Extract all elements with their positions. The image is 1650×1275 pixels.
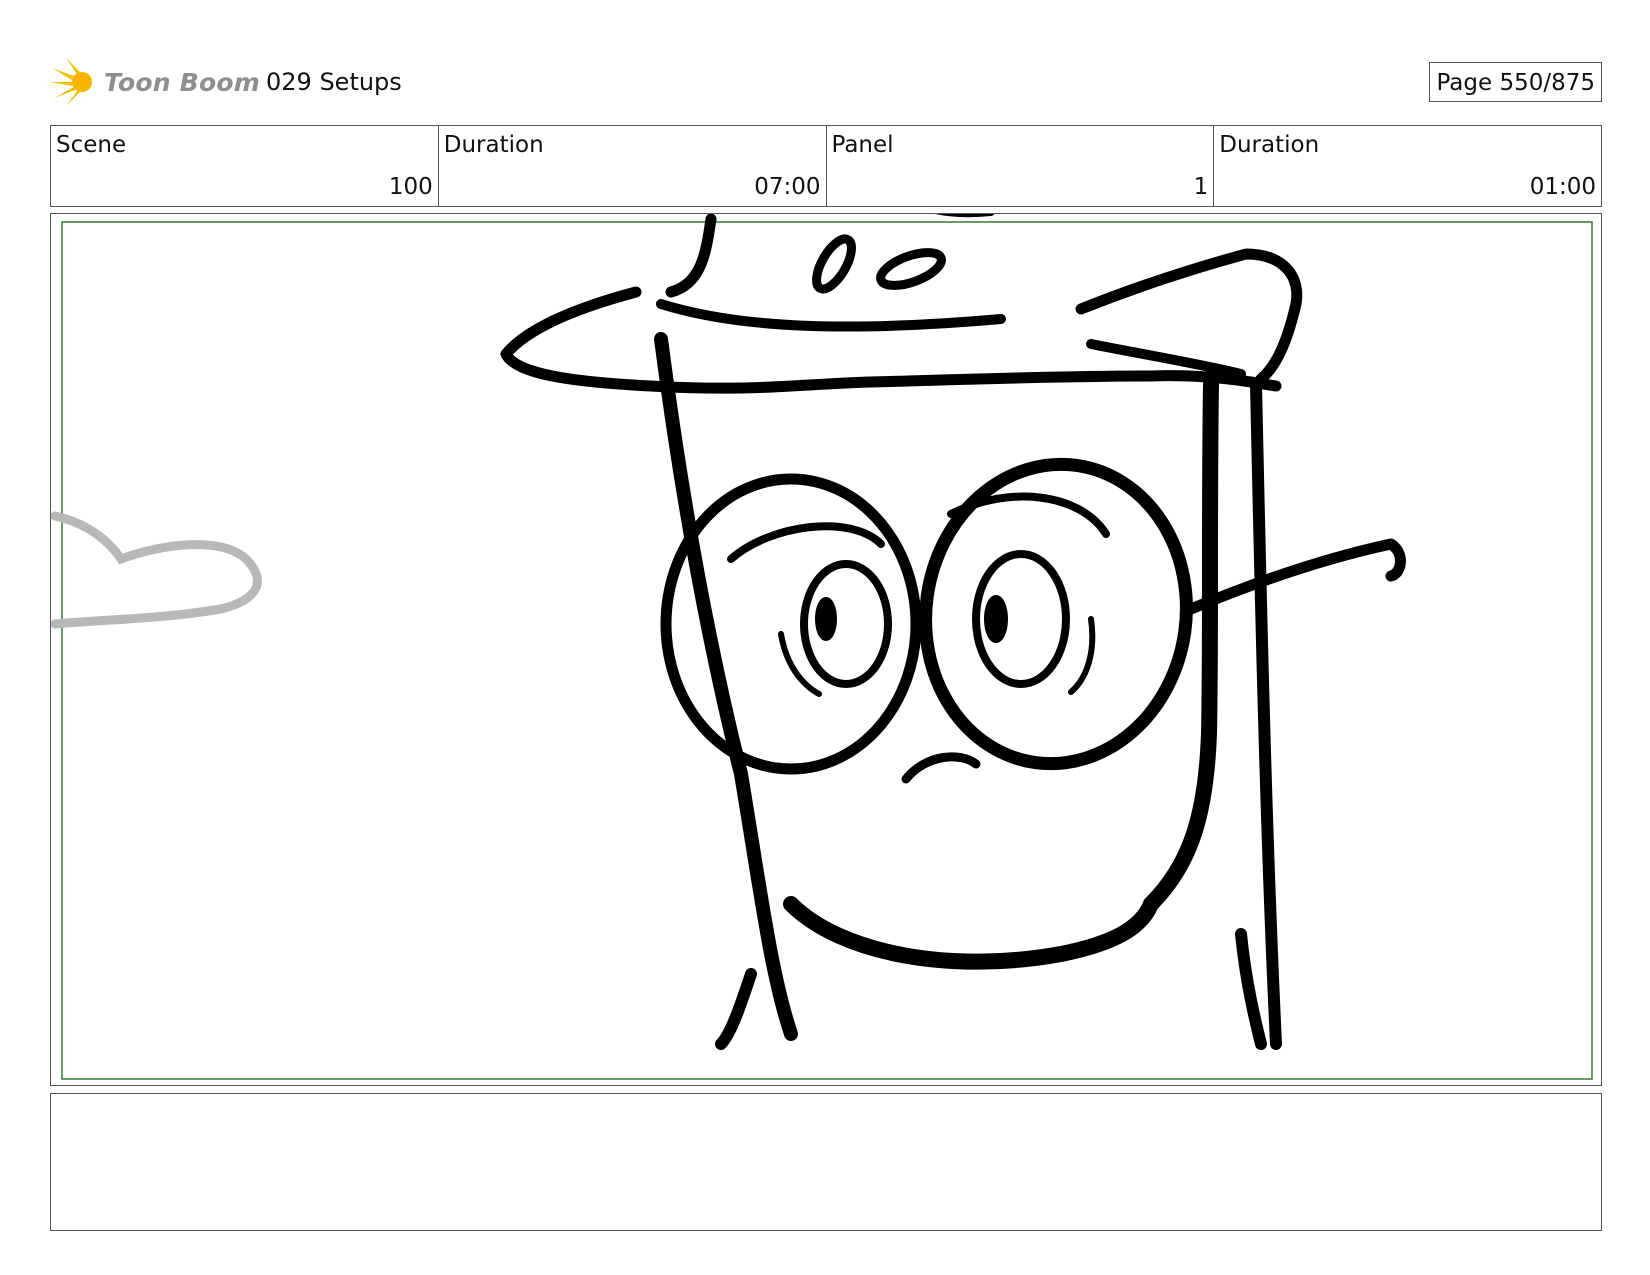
- logo-text: Toon Boom: [104, 67, 260, 97]
- scene-value: 100: [388, 174, 433, 200]
- panel-drawing: [51, 214, 1593, 1080]
- neck-back: [1250, 378, 1282, 1050]
- hat-hole-right: [876, 248, 946, 290]
- neck-right: [1235, 928, 1267, 1050]
- sun-burst-icon: [50, 58, 92, 106]
- brow-right: [947, 492, 1110, 538]
- scene-cell: Scene 100: [51, 126, 439, 206]
- hat-hole-left: [812, 234, 856, 294]
- toon-boom-logo: Toon Boom: [50, 56, 260, 108]
- panel-label: Panel: [831, 132, 894, 158]
- hat-brim-top-left: [665, 214, 717, 298]
- storyboard-panel: [50, 213, 1602, 1086]
- panel-duration-cell: Duration 01:00: [1214, 126, 1601, 206]
- glasses-arm: [1185, 538, 1406, 615]
- scene-duration-cell: Duration 07:00: [439, 126, 827, 206]
- face-chin: [783, 896, 1159, 970]
- neck-left: [715, 968, 757, 1050]
- scene-duration-value: 07:00: [754, 174, 821, 200]
- page-header: Toon Boom 029 Setups Page 550/875: [50, 56, 1602, 108]
- scene-label: Scene: [56, 132, 127, 158]
- panel-duration-label: Duration: [1219, 132, 1320, 158]
- safe-frame: [61, 221, 1593, 1080]
- background-sketch-stroke: [51, 511, 262, 629]
- character-drawing: [500, 214, 1406, 1050]
- eye-crease-right: [1068, 616, 1096, 695]
- scene-duration-label: Duration: [443, 132, 544, 158]
- brow-left: [727, 522, 885, 563]
- panel-notes-box: [50, 1093, 1602, 1231]
- hat-brim-tuck: [1086, 339, 1246, 379]
- page-indicator: Page 550/875: [1429, 62, 1602, 102]
- hat-brim: [500, 286, 1282, 394]
- panel-cell: Panel 1: [827, 126, 1215, 206]
- panel-duration-value: 01:00: [1529, 174, 1596, 200]
- scene-info-table: Scene 100 Duration 07:00 Panel 1 Duratio…: [50, 125, 1602, 207]
- document-title: 029 Setups: [266, 68, 402, 96]
- panel-value: 1: [1193, 174, 1209, 200]
- hat-crown-line: [656, 299, 1006, 332]
- mouth: [901, 752, 981, 784]
- pupil-right: [984, 595, 1008, 643]
- pupil-left: [815, 597, 837, 641]
